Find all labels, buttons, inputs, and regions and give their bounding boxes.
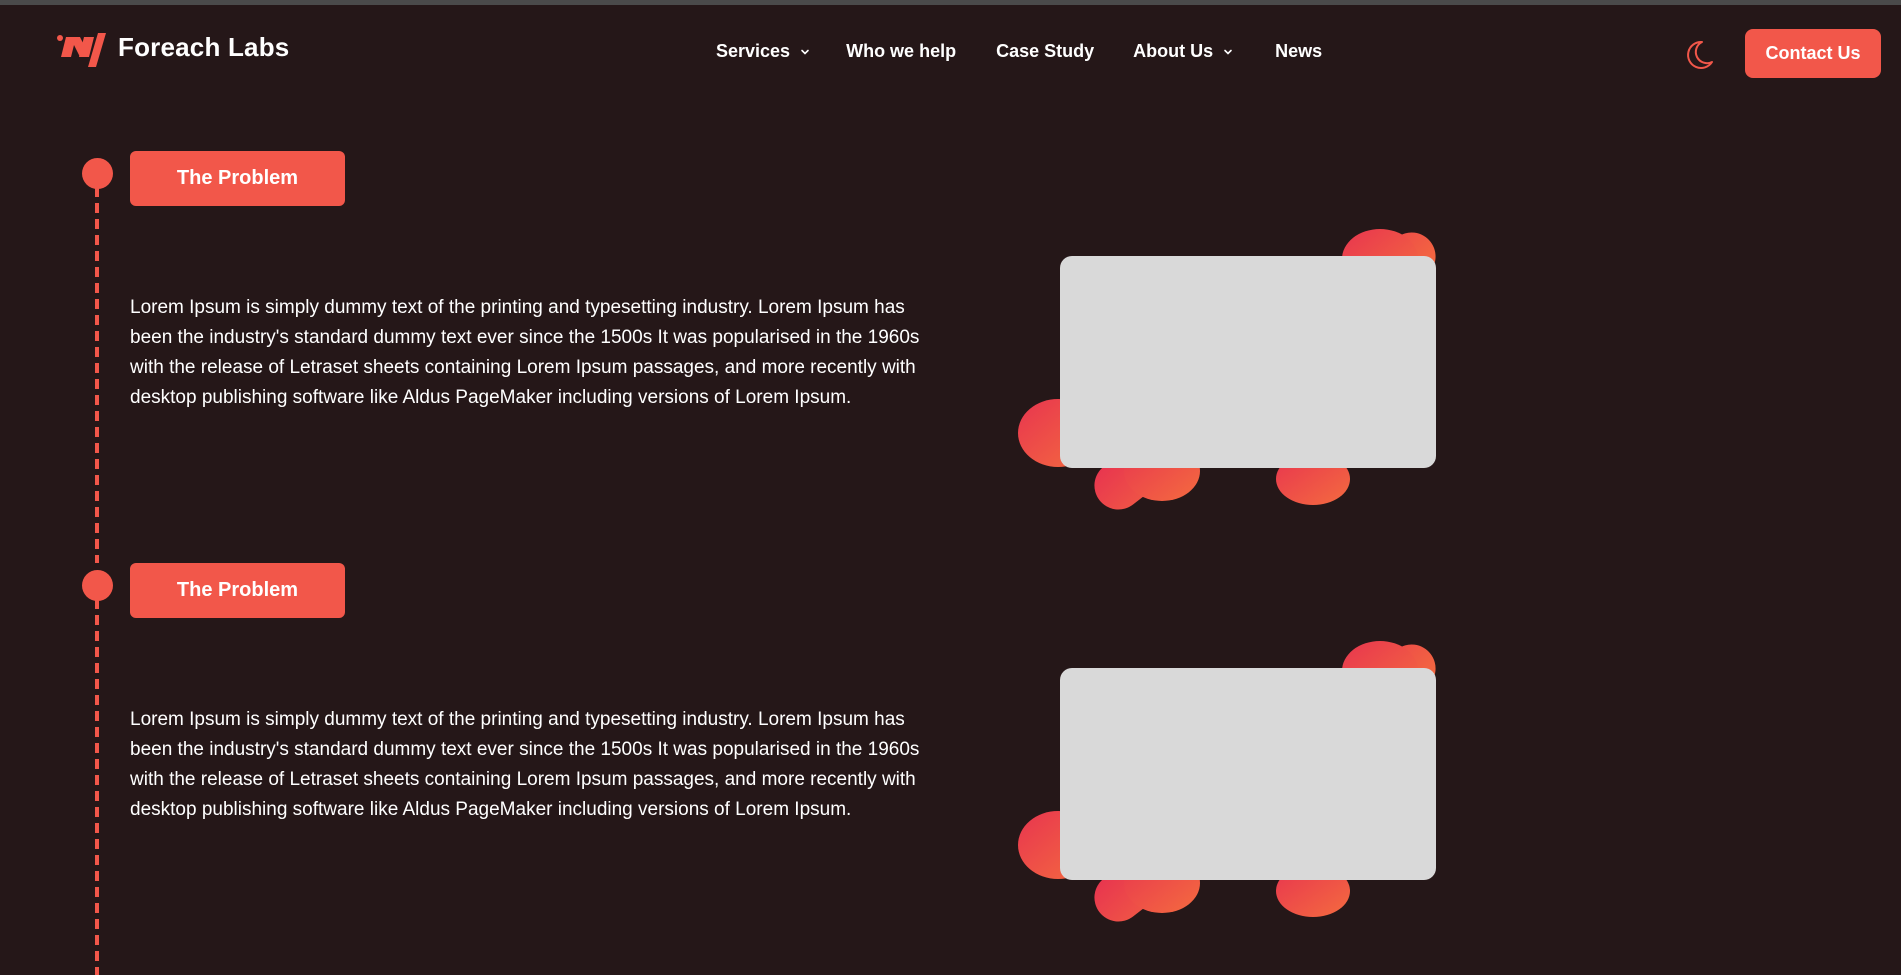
chevron-down-icon <box>801 49 809 55</box>
contact-us-button[interactable]: Contact Us <box>1745 29 1881 78</box>
timeline-section-2: The Problem Lorem Ipsum is simply dummy … <box>0 563 1901 975</box>
timeline-dashed-line <box>95 187 99 563</box>
section-description: Lorem Ipsum is simply dummy text of the … <box>130 709 920 820</box>
timeline-dot <box>82 158 113 189</box>
nav-item-news[interactable]: News <box>1275 41 1322 62</box>
image-placeholder <box>1060 256 1436 468</box>
the-problem-button[interactable]: The Problem <box>130 151 345 206</box>
illustration <box>1010 211 1510 531</box>
logo[interactable]: Foreach Labs <box>56 27 289 67</box>
nav-item-who-we-help[interactable]: Who we help <box>846 41 956 62</box>
nav-item-services[interactable]: Services <box>716 41 810 62</box>
nav-item-case-study[interactable]: Case Study <box>996 41 1094 62</box>
site-header: Foreach Labs Services Who we help Case S… <box>0 5 1901 97</box>
nav-label-news: News <box>1275 41 1323 61</box>
illustration <box>1010 623 1510 943</box>
nav-label-case-study: Case Study <box>996 41 1095 61</box>
nav-label-services: Services <box>716 41 791 61</box>
timeline-section-1: The Problem Lorem Ipsum is simply dummy … <box>0 151 1901 563</box>
nav-item-about-us[interactable]: About Us <box>1133 41 1233 62</box>
nav-label-who-we-help: Who we help <box>846 41 957 61</box>
main-nav: Services Who we help Case Study About Us… <box>716 41 1322 62</box>
logo-mark-icon <box>57 33 106 67</box>
brand-name: Foreach Labs <box>118 31 290 62</box>
timeline-dot <box>82 570 113 601</box>
nav-label-about-us: About Us <box>1133 41 1214 61</box>
the-problem-button[interactable]: The Problem <box>130 563 345 618</box>
moon-icon[interactable] <box>1682 38 1716 72</box>
chevron-down-icon <box>1224 49 1232 55</box>
image-placeholder <box>1060 668 1436 880</box>
section-description: Lorem Ipsum is simply dummy text of the … <box>130 297 920 408</box>
timeline-dashed-line <box>95 599 99 975</box>
